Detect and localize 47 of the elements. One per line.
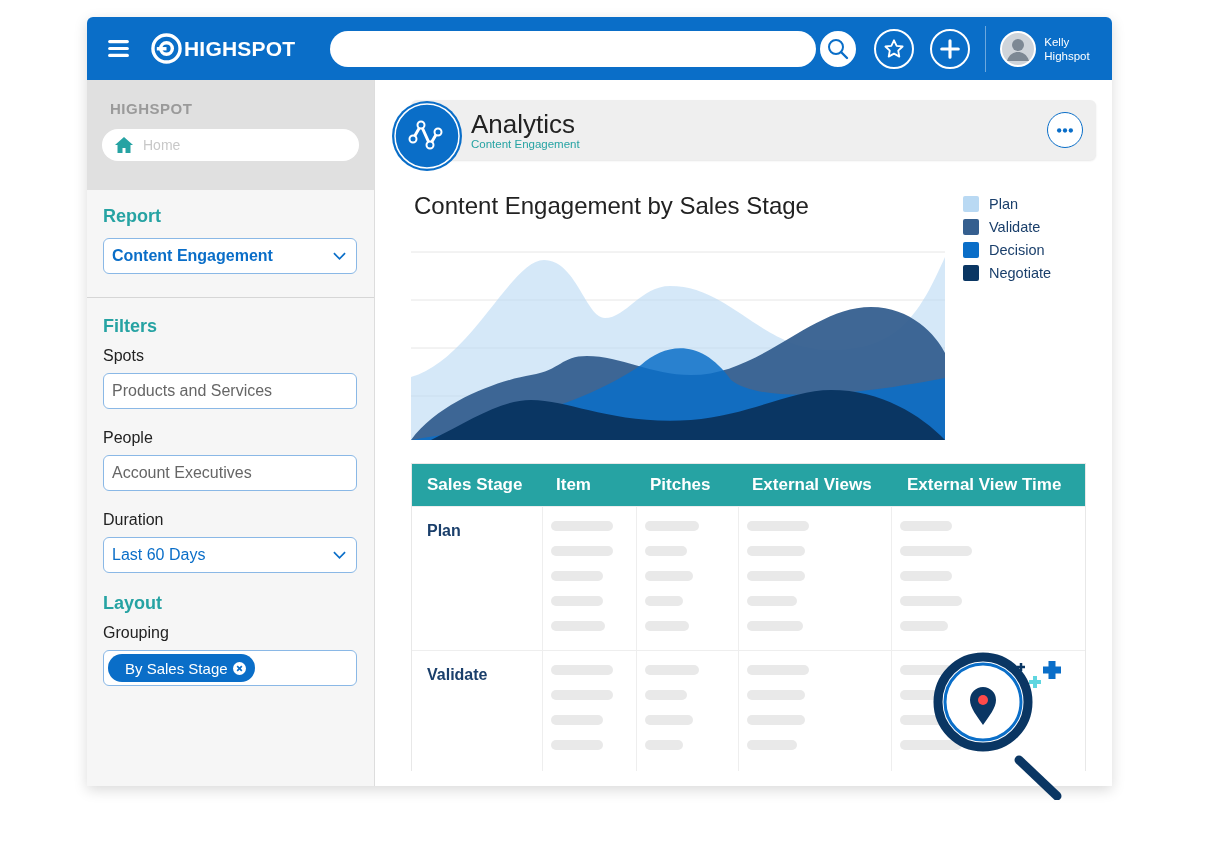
remove-icon xyxy=(232,661,246,675)
column-header: External Views xyxy=(751,474,873,496)
logo-text: HIGHSPOT xyxy=(184,36,296,61)
menu-icon[interactable] xyxy=(108,40,129,57)
input-field[interactable]: Products and Services xyxy=(103,373,357,409)
section-heading: Layout xyxy=(103,593,163,615)
column-header: External View Time xyxy=(906,474,1063,496)
search-field[interactable] xyxy=(330,30,817,67)
legend-label: Decision xyxy=(989,242,1045,258)
search-icon xyxy=(826,36,851,61)
field-label: People xyxy=(103,429,154,448)
chevron-down-icon xyxy=(333,252,346,260)
analytics-icon xyxy=(391,100,463,172)
tag-chip[interactable]: By Sales Stage xyxy=(108,654,255,682)
field-label: Spots xyxy=(103,347,145,366)
legend-label: Negotiate xyxy=(989,265,1052,281)
more-button[interactable] xyxy=(1047,112,1083,148)
chevron-down-icon xyxy=(333,551,346,559)
input-field[interactable]: Account Executives xyxy=(103,455,357,491)
legend-label: Plan xyxy=(989,196,1019,212)
logo-icon xyxy=(151,33,182,64)
avatar-icon[interactable] xyxy=(1000,30,1037,67)
plus-icon xyxy=(939,37,962,60)
table-cell-text: Plan xyxy=(427,522,462,540)
add-button[interactable] xyxy=(930,28,971,69)
user-name[interactable]: Kelly Highspot xyxy=(1044,34,1090,63)
page-subtitle: Content Engagement xyxy=(471,138,580,150)
favorites-button[interactable] xyxy=(874,28,915,69)
star-icon xyxy=(883,37,906,60)
page-title: Analytics xyxy=(471,110,577,138)
chart-title: Content Engagement by Sales Stage xyxy=(414,192,810,221)
column-header: Pitches xyxy=(649,474,712,496)
column-header: Item xyxy=(555,474,592,496)
home-icon xyxy=(114,136,134,154)
sidebar-brand: HIGHSPOT xyxy=(110,100,194,117)
section-heading: Filters xyxy=(103,316,159,338)
dropdown[interactable]: Last 60 Days xyxy=(103,537,357,573)
skeleton-line xyxy=(900,740,962,750)
table-cell-text: Validate xyxy=(427,666,489,684)
legend-label: Validate xyxy=(989,219,1041,235)
field-label: Grouping xyxy=(103,624,170,643)
column-header: Sales Stage xyxy=(426,474,524,496)
dropdown[interactable]: Content Engagement xyxy=(103,238,357,274)
field-label: Duration xyxy=(103,511,165,530)
section-heading: Report xyxy=(103,206,162,228)
more-icon xyxy=(1056,127,1074,133)
tag-input-field[interactable]: By Sales Stage xyxy=(103,650,357,686)
